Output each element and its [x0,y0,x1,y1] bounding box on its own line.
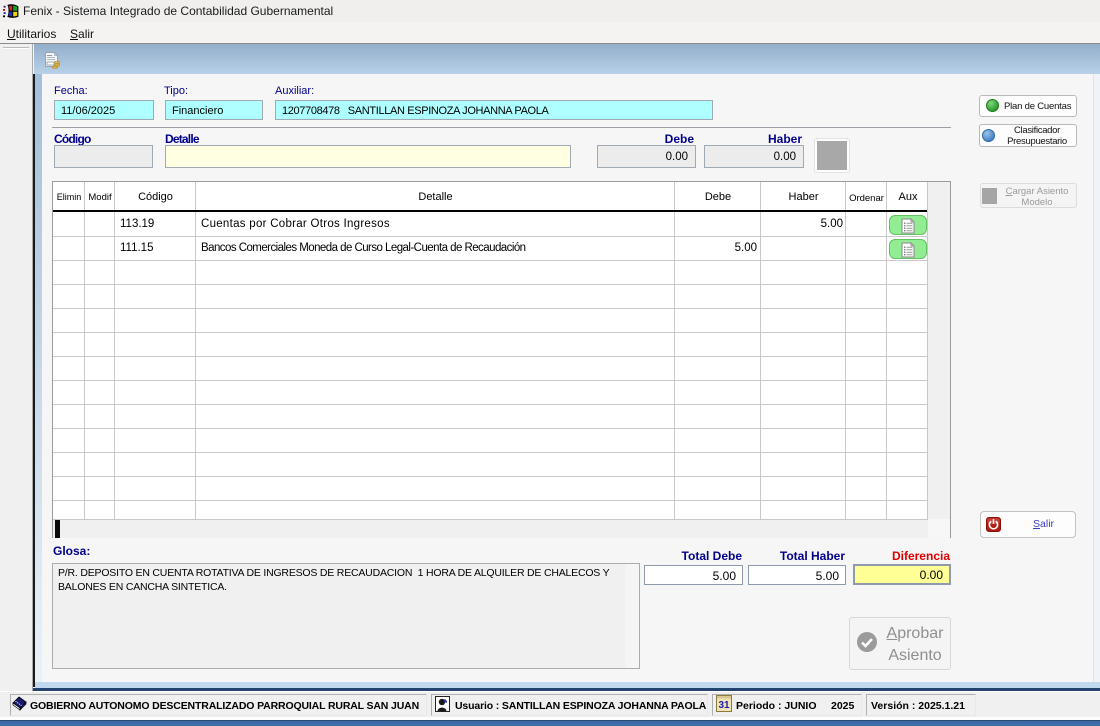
svg-text:31: 31 [718,700,730,711]
